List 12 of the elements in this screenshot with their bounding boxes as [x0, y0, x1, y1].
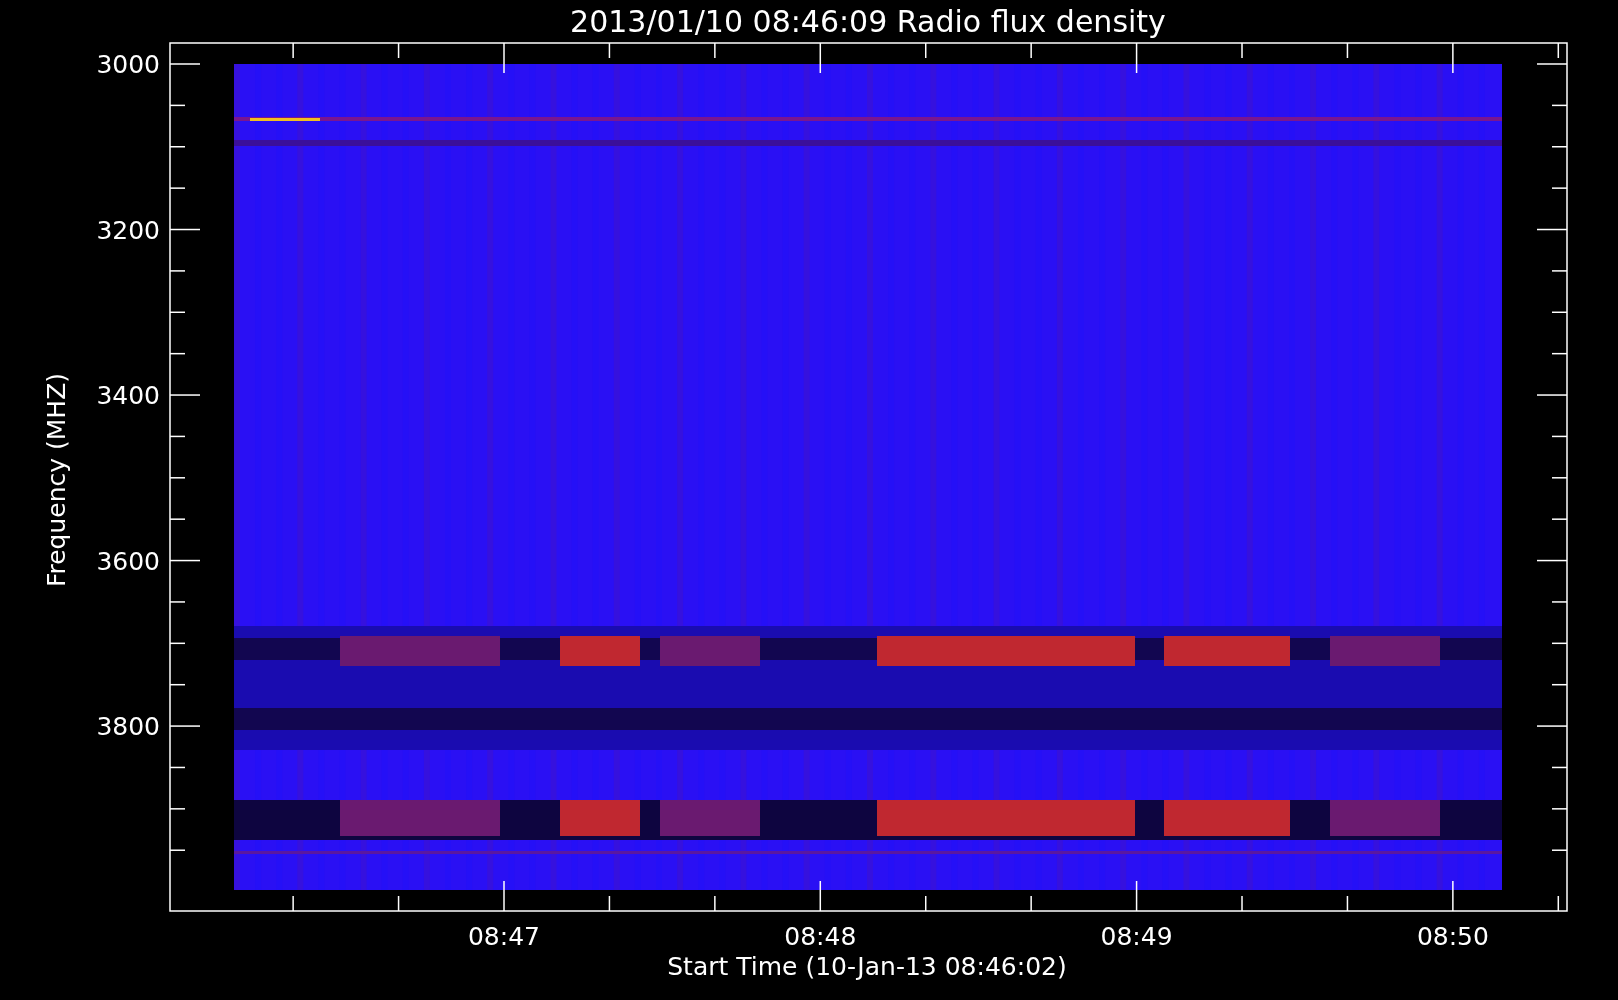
y-tick-label: 3400 — [96, 381, 160, 410]
plot-title: 2013/01/10 08:46:09 Radio flux density — [570, 4, 1166, 39]
x-axis-label: Start Time (10-Jan-13 08:46:02) — [667, 952, 1067, 981]
x-tick-label: 08:47 — [468, 922, 540, 951]
y-tick-label: 3800 — [96, 712, 160, 741]
y-axis-label: Frequency (MHZ) — [42, 372, 71, 588]
y-tick-label: 3000 — [96, 50, 160, 79]
x-tick-label: 08:49 — [1100, 922, 1173, 951]
y-tick-label: 3200 — [96, 215, 160, 245]
y-tick-label: 3600 — [96, 546, 160, 576]
x-tick-label: 08:50 — [1416, 922, 1489, 951]
x-tick-label: 08:48 — [784, 922, 857, 951]
